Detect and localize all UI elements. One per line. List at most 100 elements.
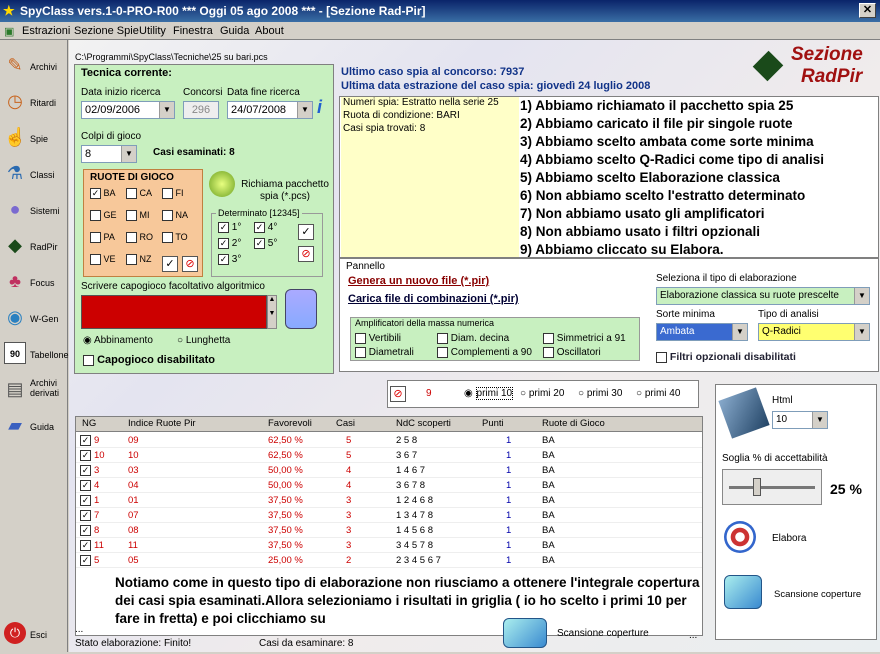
menu-guida[interactable]: Guida <box>220 25 249 37</box>
ruota-na-checkbox[interactable]: NA <box>162 210 188 222</box>
table-row[interactable]: ✓ 3 03 50,00 % 4 1 4 6 7 1 BA <box>76 463 702 478</box>
info-icon[interactable]: i <box>317 97 322 118</box>
table-row[interactable]: ✓ 11 11 37,50 % 3 3 4 5 7 8 1 BA <box>76 538 702 553</box>
elabora-button[interactable]: Elabora <box>772 533 806 544</box>
target-icon[interactable] <box>724 521 756 553</box>
data-fine-combo[interactable]: 24/07/2008 ▼ <box>227 101 313 119</box>
row-checkbox[interactable]: ✓ <box>80 540 91 551</box>
table-row[interactable]: ✓ 4 04 50,00 % 4 3 6 7 8 1 BA <box>76 478 702 493</box>
data-inizio-combo[interactable]: 02/09/2006 ▼ <box>81 101 175 119</box>
ruota-nz-checkbox[interactable]: NZ <box>126 254 152 266</box>
ruota-fi-checkbox[interactable]: FI <box>162 188 184 200</box>
sidebar-item-sistemi[interactable]: ● Sistemi <box>0 194 68 230</box>
primi-10-radio[interactable]: ◉ primi 10 <box>464 387 514 400</box>
row-checkbox[interactable]: ✓ <box>80 465 91 476</box>
cell: 08 <box>128 525 139 536</box>
pacchetto-icon[interactable] <box>209 171 235 197</box>
primi-30-radio[interactable]: ○ primi 30 <box>578 388 622 399</box>
pyramid-icon: ◆ <box>8 235 22 255</box>
richiama-pacchetto-button[interactable]: Richiama pacchetto spia (*.pcs) <box>239 179 331 203</box>
row-checkbox[interactable]: ✓ <box>80 495 91 506</box>
ruota-mi-checkbox[interactable]: MI <box>126 210 150 222</box>
ruota-pa-checkbox[interactable]: PA <box>90 232 115 244</box>
check-all-button[interactable]: ✓ <box>162 256 178 272</box>
table-row[interactable]: ✓ 8 08 37,50 % 3 1 4 5 6 8 1 BA <box>76 523 702 538</box>
amp-complementi-checkbox[interactable]: Complementi a 90 <box>437 347 532 358</box>
capogioco-spinner[interactable]: ▲ ▼ <box>267 295 277 329</box>
info-box: Numeri spia: Estratto nella serie 25 Ruo… <box>341 97 519 257</box>
table-row[interactable]: ✓ 10 10 62,50 % 5 3 6 7 1 BA <box>76 448 702 463</box>
primi-40-radio[interactable]: ○ primi 40 <box>636 388 680 399</box>
primi-20-radio[interactable]: ○ primi 20 <box>520 388 564 399</box>
clear-selection-button[interactable]: ⊘ <box>390 386 406 402</box>
lunghetta-radio[interactable]: ○ Lunghetta <box>177 335 230 346</box>
colpi-combo[interactable]: 8 ▼ <box>81 145 137 163</box>
amp-vertibili-checkbox[interactable]: Vertibili <box>355 333 401 344</box>
row-checkbox[interactable]: ✓ <box>80 555 91 566</box>
sorte-minima-combo[interactable]: Ambata ▼ <box>656 323 748 341</box>
sidebar-item-ritardi[interactable]: ◷ Ritardi <box>0 86 68 122</box>
sidebar-item-classi[interactable]: ⚗ Classi <box>0 158 68 194</box>
cell: 62,50 % <box>268 450 303 461</box>
html-combo[interactable]: 10 ▼ <box>772 411 828 429</box>
sidebar-item-archivi[interactable]: ✎ Archivi <box>0 50 68 86</box>
row-checkbox[interactable]: ✓ <box>80 480 91 491</box>
amp-oscillatori-checkbox[interactable]: Oscillatori <box>543 347 601 358</box>
sidebar-item-spie[interactable]: ☝ Spie <box>0 122 68 158</box>
amp-diametrali-checkbox[interactable]: Diametrali <box>355 347 414 358</box>
carica-file-link[interactable]: Carica file di combinazioni (*.pir) <box>348 293 519 305</box>
ruota-ge-checkbox[interactable]: GE <box>90 210 117 222</box>
sidebar-item-focus[interactable]: ♣ Focus <box>0 266 68 302</box>
ruota-ba-checkbox[interactable]: ✓ BA <box>90 188 116 200</box>
scansione-coperture-button[interactable]: Scansione coperture <box>774 589 861 600</box>
amp-simmetrici-checkbox[interactable]: Simmetrici a 91 <box>543 333 626 344</box>
instruction-9: 9) Abbiamo cliccato su Elabora. <box>520 242 724 257</box>
genera-file-link[interactable]: Genera un nuovo file (*.pir) <box>348 275 489 287</box>
menu-app-icon[interactable]: ▣ <box>4 25 14 38</box>
row-checkbox[interactable]: ✓ <box>80 510 91 521</box>
table-row[interactable]: ✓ 1 01 37,50 % 3 1 2 4 6 8 1 BA <box>76 493 702 508</box>
filtri-checkbox[interactable]: Filtri opzionali disabilitati <box>656 351 796 363</box>
palm-icon[interactable] <box>285 289 317 329</box>
table-row[interactable]: ✓ 7 07 37,50 % 3 1 3 4 7 8 1 BA <box>76 508 702 523</box>
sidebar-item-tabellone[interactable]: 90 Tabellone <box>0 338 69 374</box>
tipo-elaborazione-combo[interactable]: Elaborazione classica su ruote prescelte… <box>656 287 870 305</box>
clear-all-button[interactable]: ⊘ <box>182 256 198 272</box>
menu-estrazioni[interactable]: Estrazioni <box>22 25 70 37</box>
cell: 05 <box>128 555 139 566</box>
tipo-analisi-combo[interactable]: Q-Radici ▼ <box>758 323 870 341</box>
abbinamento-radio[interactable]: ◉ Abbinamento <box>83 335 153 346</box>
scanner-icon[interactable] <box>503 618 547 648</box>
sidebar-item-esci[interactable]: ⏻ Esci <box>0 618 68 654</box>
ruota-ve-checkbox[interactable]: VE <box>90 254 116 266</box>
capogioco-input[interactable] <box>81 295 267 329</box>
sidebar-item-wgen[interactable]: ◉ W-Gen <box>0 302 68 338</box>
det-clear-button[interactable]: ⊘ <box>298 246 314 262</box>
sidebar: ✎ Archivi ◷ Ritardi ☝ Spie ⚗ Classi ● Sistemi… <box>0 40 69 654</box>
menu-sezione-spie[interactable]: Sezione Spie <box>74 25 139 37</box>
sidebar-item-archivi-derivati[interactable]: ▤ Archivi derivati <box>0 374 68 410</box>
sidebar-item-radpir[interactable]: ◆ RadPir <box>0 230 68 266</box>
capogioco-disabilitato-checkbox[interactable]: Capogioco disabilitato <box>83 354 215 366</box>
close-button[interactable]: ✕ <box>859 3 876 18</box>
cell: 8 <box>94 525 100 536</box>
menu-about[interactable]: About <box>255 25 284 37</box>
row-checkbox[interactable]: ✓ <box>80 525 91 536</box>
row-checkbox[interactable]: ✓ <box>80 450 91 461</box>
menu-finestra[interactable]: Finestra <box>173 25 213 37</box>
soglia-slider[interactable] <box>722 469 822 505</box>
ruota-ca-checkbox[interactable]: CA <box>126 188 152 200</box>
cell: BA <box>542 540 555 551</box>
cell: 3 <box>346 510 352 521</box>
determinato-group: Determinato [12345] ✓ 1° ✓ 4° ✓ 2° ✓ 5° … <box>211 208 323 277</box>
table-row[interactable]: ✓ 9 09 62,50 % 5 2 5 8 1 BA <box>76 433 702 448</box>
ruota-ro-checkbox[interactable]: RO <box>126 232 153 244</box>
table-row[interactable]: ✓ 5 05 25,00 % 2 2 3 4 5 6 7 1 BA <box>76 553 702 568</box>
row-checkbox[interactable]: ✓ <box>80 435 91 446</box>
det-check-button[interactable]: ✓ <box>298 224 314 240</box>
amp-diam-decina-checkbox[interactable]: Diam. decina <box>437 333 509 344</box>
sidebar-item-guida[interactable]: ▰ Guida <box>0 410 68 446</box>
scanner-icon[interactable] <box>724 575 762 609</box>
ruota-to-checkbox[interactable]: TO <box>162 232 188 244</box>
menu-utility[interactable]: Utility <box>139 25 166 37</box>
